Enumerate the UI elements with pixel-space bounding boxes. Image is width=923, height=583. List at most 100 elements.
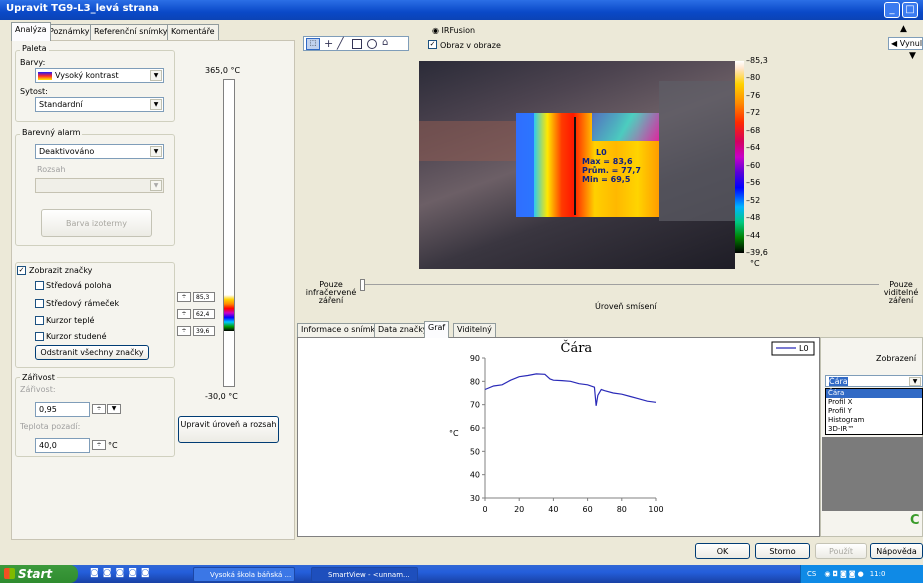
x-tick-label: 80 bbox=[617, 505, 627, 514]
range-label: Rozsah bbox=[37, 165, 66, 174]
drawing-toolbar: ⬚ + ╱ ⌂ bbox=[303, 36, 409, 51]
display-option[interactable]: Čára bbox=[826, 389, 922, 398]
tab-analysis[interactable]: Analýza bbox=[11, 22, 51, 41]
picture-in-picture-checkbox[interactable]: ✓ bbox=[428, 40, 437, 49]
emissivity-input[interactable]: 0,95 bbox=[35, 402, 90, 417]
measurement-line-l0[interactable] bbox=[574, 117, 576, 215]
display-option[interactable]: 3D-IR™ bbox=[826, 425, 922, 434]
background-temp-unit: °C bbox=[108, 441, 118, 450]
alarm-value: Deaktivováno bbox=[39, 147, 95, 156]
tab-marker-data[interactable]: Data značky bbox=[374, 323, 432, 337]
emissivity-dropdown[interactable]: ▼ bbox=[107, 404, 121, 414]
taskbar-item-browser[interactable]: Vysoká škola báňská ... bbox=[193, 567, 295, 582]
tab-chart[interactable]: Graf bbox=[424, 321, 450, 338]
tab-reference-images[interactable]: Referenční snímky bbox=[90, 24, 172, 40]
line-tool-icon[interactable]: ╱ bbox=[337, 37, 344, 50]
ok-button[interactable]: OK bbox=[695, 543, 750, 559]
palette-swatch-icon bbox=[38, 72, 52, 80]
chevron-down-icon: ▼ bbox=[150, 99, 162, 110]
maximize-button[interactable]: □ bbox=[902, 2, 918, 18]
cold-cursor-checkbox[interactable] bbox=[35, 332, 44, 341]
background-temp-value: 40,0 bbox=[39, 441, 57, 450]
tab-image-info[interactable]: Informace o snímku bbox=[297, 323, 384, 337]
min-marker-value[interactable]: 39,6 bbox=[193, 326, 215, 336]
background-temp-spinner[interactable]: ÷ bbox=[92, 440, 106, 450]
minimize-button[interactable]: _ bbox=[884, 2, 900, 18]
range-combo[interactable]: ▼ bbox=[35, 178, 164, 193]
scale-range-gradient[interactable] bbox=[224, 295, 234, 331]
legend-label: L0 bbox=[799, 344, 809, 353]
adjust-level-range-button[interactable]: Upravit úroveň a rozsah bbox=[178, 416, 279, 443]
colors-value: Vysoký kontrast bbox=[55, 71, 119, 80]
infrared-overlay[interactable]: L0 Max = 83,6 Prům. = 77,7 Min = 69,5 bbox=[516, 113, 659, 217]
display-option[interactable]: Profil Y bbox=[826, 407, 922, 416]
scroll-down-icon[interactable]: ▼ bbox=[909, 51, 916, 61]
palette-tick-label: –56 bbox=[746, 178, 761, 188]
blend-slider-track[interactable] bbox=[362, 284, 879, 285]
apply-button[interactable]: Použít bbox=[815, 543, 867, 559]
y-tick-label: 80 bbox=[470, 377, 480, 386]
window-title: Upravit TG9-L3_levá strana bbox=[6, 3, 159, 14]
language-indicator[interactable]: CS bbox=[807, 570, 816, 578]
taskbar-item-smartview[interactable]: SmartView - <unnam... bbox=[311, 567, 418, 582]
palette-tick-label: –72 bbox=[746, 108, 761, 118]
tab-visible[interactable]: Viditelný bbox=[453, 323, 496, 337]
start-label: Start bbox=[18, 567, 53, 581]
quick-launch-icons[interactable]: ◙◙◙◙◙ bbox=[90, 568, 154, 578]
tab-comments[interactable]: Komentáře bbox=[167, 24, 219, 40]
alarm-combo[interactable]: Deaktivováno ▼ bbox=[35, 144, 164, 159]
chevron-down-icon: ▼ bbox=[150, 180, 162, 191]
ellipse-tool-icon[interactable] bbox=[367, 39, 377, 49]
blend-slider-thumb[interactable] bbox=[360, 279, 365, 291]
show-markers-checkbox[interactable]: ✓ bbox=[17, 266, 26, 275]
isotherm-color-button[interactable]: Barva izotermy bbox=[41, 209, 152, 237]
display-combo[interactable]: Čára ▼ bbox=[825, 375, 923, 387]
y-tick-label: 50 bbox=[470, 447, 480, 456]
crosshair-tool-icon[interactable]: + bbox=[324, 37, 333, 50]
center-position-checkbox[interactable] bbox=[35, 281, 44, 290]
mid-marker-spinner[interactable]: ÷ bbox=[177, 309, 191, 319]
scale-bar[interactable] bbox=[223, 79, 235, 387]
scroll-up-icon[interactable]: ▲ bbox=[900, 24, 907, 34]
tray-icons[interactable]: ◉◘◙◙● bbox=[824, 570, 865, 578]
ir-only-label: Pouze infračervené záření bbox=[305, 280, 357, 305]
palette-tick-label: –60 bbox=[746, 160, 761, 170]
display-options-list[interactable]: Čára Profil X Profil Y Histogram 3D-IR™ bbox=[825, 388, 923, 435]
max-marker-value[interactable]: 85,3 bbox=[193, 292, 215, 302]
x-tick-label: 20 bbox=[514, 505, 524, 514]
color-alarm-label: Barevný alarm bbox=[20, 128, 83, 137]
refresh-icon[interactable]: C bbox=[910, 513, 920, 528]
reset-button[interactable]: ◀ Vynul bbox=[888, 37, 923, 50]
min-marker-spinner[interactable]: ÷ bbox=[177, 326, 191, 336]
mid-marker-value[interactable]: 62,4 bbox=[193, 309, 215, 319]
remove-all-markers-button[interactable]: Odstranit všechny značky bbox=[35, 345, 149, 360]
center-box-checkbox[interactable] bbox=[35, 299, 44, 308]
help-button[interactable]: Nápověda bbox=[870, 543, 923, 559]
tab-notes[interactable]: Poznámky bbox=[45, 24, 94, 40]
cold-cursor-label: Kurzor studené bbox=[46, 332, 107, 341]
palette-tick-label: –80 bbox=[746, 73, 761, 83]
y-tick-label: 90 bbox=[470, 354, 480, 363]
irfusion-radio[interactable]: ◉ IRFusion bbox=[432, 26, 475, 35]
palette-tick-label: –68 bbox=[746, 125, 761, 135]
hot-cursor-checkbox[interactable] bbox=[35, 316, 44, 325]
start-button[interactable]: Start bbox=[0, 565, 78, 583]
line-label: L0 bbox=[596, 148, 607, 157]
reset-label: Vynul bbox=[899, 39, 923, 48]
select-tool-icon[interactable]: ⬚ bbox=[306, 38, 320, 50]
display-option[interactable]: Profil X bbox=[826, 398, 922, 407]
colors-combo[interactable]: Vysoký kontrast ▼ bbox=[35, 68, 164, 83]
saturation-combo[interactable]: Standardní ▼ bbox=[35, 97, 164, 112]
max-marker-spinner[interactable]: ÷ bbox=[177, 292, 191, 302]
blend-level-label: Úroveň smísení bbox=[595, 302, 657, 311]
polygon-tool-icon[interactable]: ⌂ bbox=[382, 37, 388, 48]
display-option[interactable]: Histogram bbox=[826, 416, 922, 425]
rectangle-tool-icon[interactable] bbox=[352, 39, 362, 49]
x-tick-label: 0 bbox=[482, 505, 487, 514]
background-temp-input[interactable]: 40,0 bbox=[35, 438, 90, 453]
cancel-button[interactable]: Storno bbox=[755, 543, 810, 559]
palette-tick-label: –48 bbox=[746, 213, 761, 223]
emissivity-spinner[interactable]: ÷ bbox=[92, 404, 106, 414]
cold-region bbox=[516, 113, 534, 217]
center-box-label: Středový rámeček bbox=[46, 299, 120, 308]
